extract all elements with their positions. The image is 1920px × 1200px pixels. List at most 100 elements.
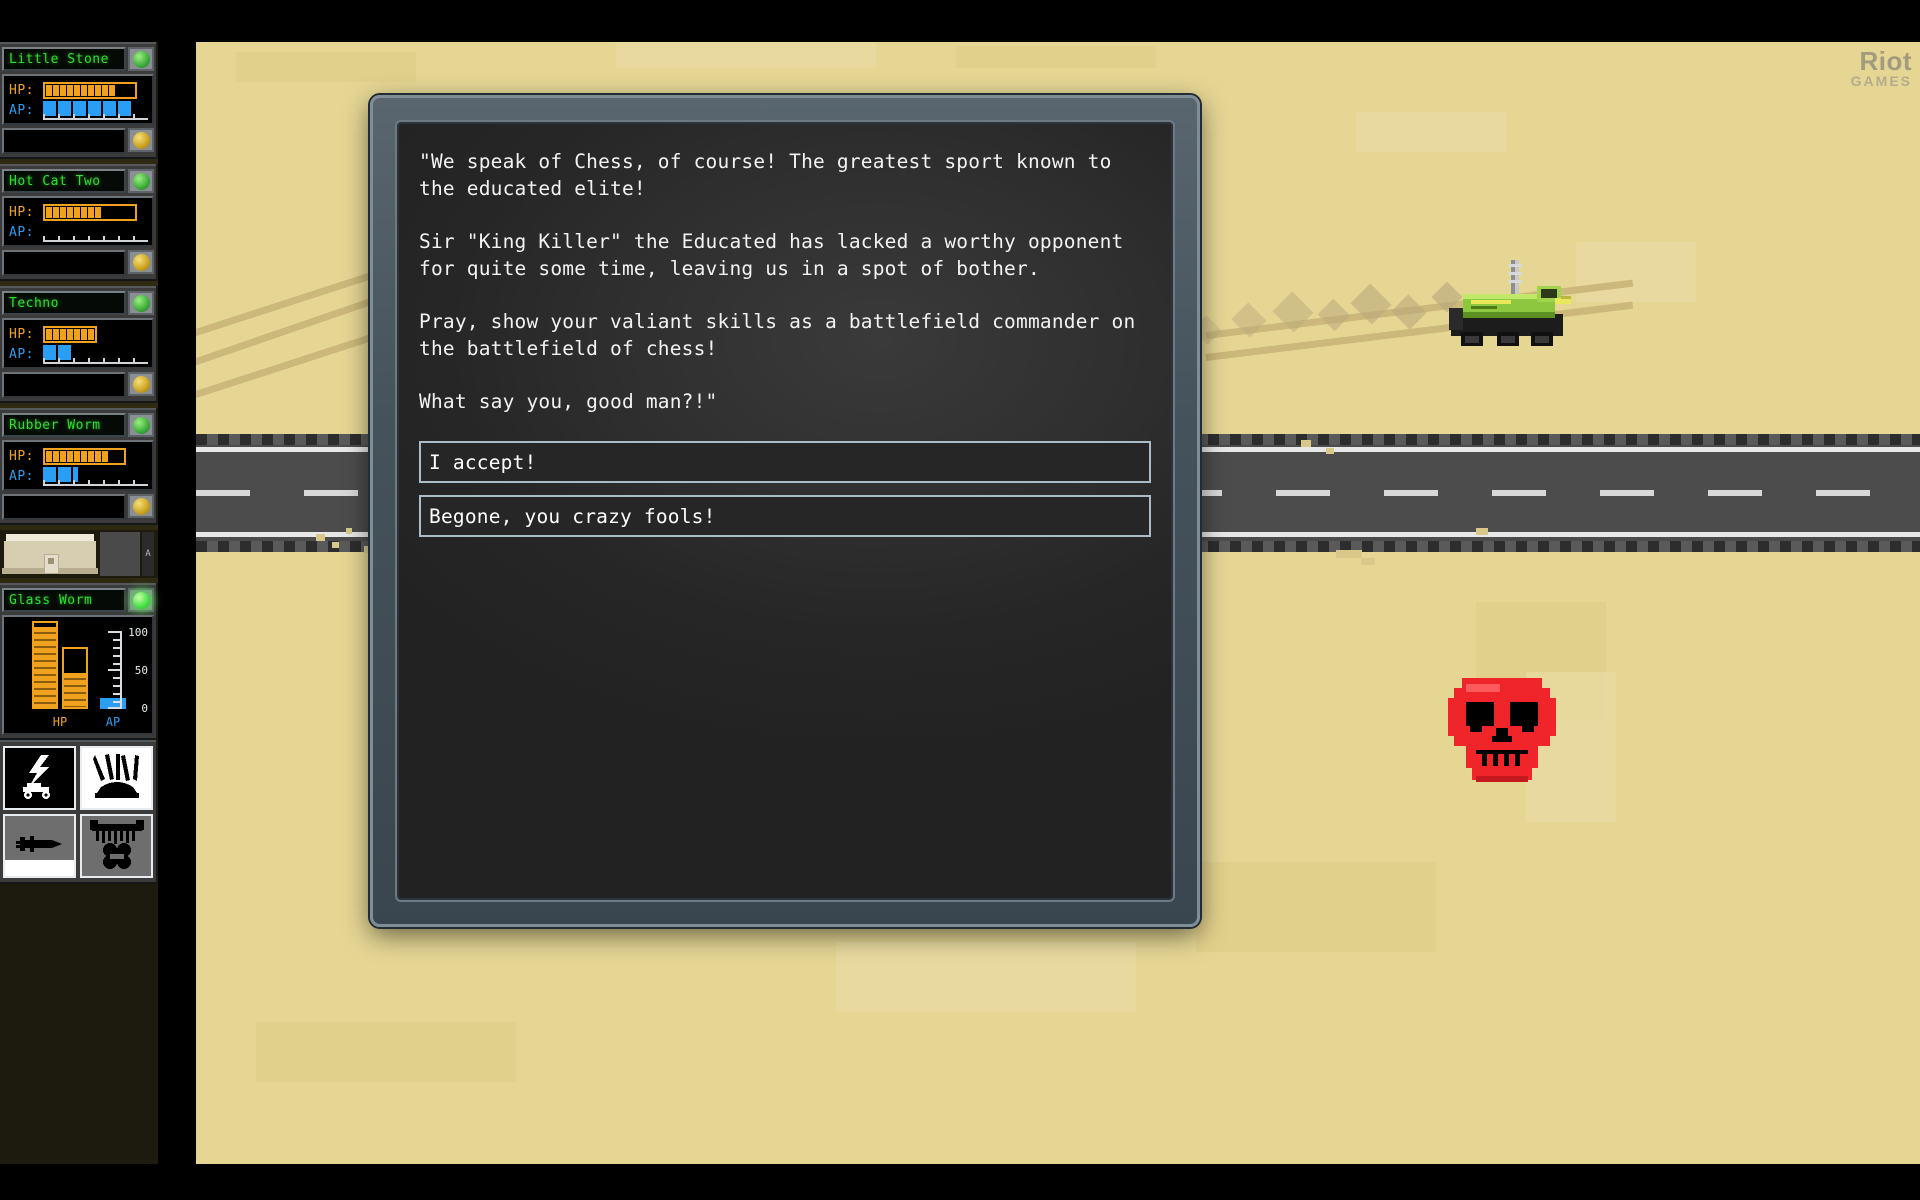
hp-bar <box>43 81 137 99</box>
spiked-trap-icon <box>89 818 144 874</box>
unit-slot-lamp <box>128 494 154 518</box>
unit-name: Hot Cat Two <box>2 169 126 193</box>
hp-label: HP: <box>9 448 34 464</box>
unit-equipment-slot[interactable] <box>2 372 126 398</box>
sand-patch <box>256 1022 516 1082</box>
watermark-text: Riot <box>1859 46 1912 76</box>
sand-patch <box>1196 862 1436 952</box>
unit-card-hot-cat-two[interactable]: Hot Cat Two HP: AP: <box>0 164 156 281</box>
building-side-panel <box>100 532 140 576</box>
unit-slot-lamp <box>128 128 154 152</box>
unit-card-techno[interactable]: Techno HP: AP: <box>0 286 156 403</box>
unit-name: Little Stone <box>2 47 126 71</box>
hp-row: HP: <box>9 324 148 344</box>
ability-lightning-vehicle[interactable] <box>3 746 76 810</box>
ability-missile[interactable] <box>3 814 76 878</box>
unit-sidebar[interactable]: Little Stone HP: AP: Hot Cat Two HP: AP:… <box>0 42 158 1164</box>
ability-toolbar[interactable] <box>0 740 156 884</box>
dialog-choices[interactable]: I accept! Begone, you crazy fools! <box>419 441 1151 537</box>
selected-unit-name: Glass Worm <box>2 588 126 612</box>
sand-patch <box>1356 112 1506 152</box>
unit-stat-chart: HP AP 100 50 0 <box>2 615 154 735</box>
chart-ytick-50: 50 <box>134 664 148 677</box>
road-debris <box>332 542 339 548</box>
unit-card-rubber-worm[interactable]: Rubber Worm HP: AP: <box>0 408 156 525</box>
ap-row: AP: <box>9 344 148 364</box>
unit-status-lamp <box>128 47 154 71</box>
unit-slot-lamp <box>128 372 154 396</box>
hp-row: HP: <box>9 80 148 100</box>
hp-bar <box>43 203 137 221</box>
unit-stats: HP: AP: <box>2 440 154 491</box>
sand-patch <box>236 52 416 82</box>
ap-label: AP: <box>9 468 34 484</box>
ap-row: AP: <box>9 100 148 120</box>
studio-watermark: Riot GAMES <box>1851 48 1912 88</box>
missile-icon <box>15 833 64 859</box>
ability-cooldown-bar <box>5 860 74 876</box>
road-debris <box>346 528 352 534</box>
hp-label: HP: <box>9 82 34 98</box>
chart-ytick-0: 0 <box>141 702 148 715</box>
sand-patch <box>836 942 1136 1012</box>
dialog-paragraph: What say you, good man?!" <box>419 390 718 413</box>
chart-label-ap: AP <box>105 715 121 729</box>
hp-label: HP: <box>9 326 34 342</box>
burst-spray-icon <box>91 753 143 803</box>
watermark-subtext: GAMES <box>1850 73 1912 89</box>
road-debris <box>1301 440 1311 447</box>
sand-patch <box>616 42 876 68</box>
ap-label: AP: <box>9 224 34 240</box>
dialog-paragraph: Pray, show your valiant skills as a batt… <box>419 310 1148 360</box>
road-debris <box>1476 528 1488 535</box>
lightning-vehicle-icon <box>15 753 65 803</box>
dialog-paragraph: "We speak of Chess, of course! The great… <box>419 150 1124 200</box>
unit-stats: HP: AP: <box>2 318 154 369</box>
road-debris <box>1336 550 1362 558</box>
road-debris <box>1361 558 1375 565</box>
chart-axis <box>108 631 122 709</box>
unit-status-lamp <box>128 291 154 315</box>
ap-row: AP: <box>9 222 148 242</box>
dialog-choice-decline[interactable]: Begone, you crazy fools! <box>419 495 1151 537</box>
hp-bar <box>43 325 97 343</box>
selected-unit-lamp <box>128 588 154 612</box>
unit-equipment-slot[interactable] <box>2 250 126 276</box>
selected-unit-card[interactable]: Glass Worm HP AP 100 50 0 <box>0 583 156 740</box>
building-panel[interactable]: A <box>0 530 156 578</box>
ability-burst-spray[interactable] <box>80 746 153 810</box>
road-debris <box>316 534 325 541</box>
dialog-modal[interactable]: "We speak of Chess, of course! The great… <box>370 95 1200 927</box>
convoy-truck-sprite[interactable] <box>1441 258 1571 372</box>
chart-ytick-100: 100 <box>128 626 148 639</box>
dialog-choice-accept[interactable]: I accept! <box>419 441 1151 483</box>
red-skull-icon[interactable] <box>1446 672 1558 801</box>
unit-equipment-slot[interactable] <box>2 494 126 520</box>
ap-label: AP: <box>9 102 34 118</box>
ap-bar <box>43 466 148 486</box>
unit-status-lamp <box>128 413 154 437</box>
building-sprite <box>2 532 98 576</box>
ap-label: AP: <box>9 346 34 362</box>
chart-bar-hp-1 <box>32 621 58 709</box>
unit-equipment-slot[interactable] <box>2 128 126 154</box>
unit-name: Techno <box>2 291 126 315</box>
unit-card-little-stone[interactable]: Little Stone HP: AP: <box>0 42 156 159</box>
hp-row: HP: <box>9 446 148 466</box>
sand-patch <box>956 46 1156 68</box>
dialog-paragraph: Sir "King Killer" the Educated has lacke… <box>419 230 1136 280</box>
unit-stats: HP: AP: <box>2 196 154 247</box>
road-debris <box>1326 448 1334 454</box>
ability-spiked-trap[interactable] <box>80 814 153 878</box>
ap-bar <box>43 344 148 364</box>
hp-label: HP: <box>9 204 34 220</box>
ap-bar <box>43 223 148 242</box>
chart-label-hp: HP <box>52 715 68 729</box>
ap-row: AP: <box>9 466 148 486</box>
hp-row: HP: <box>9 202 148 222</box>
chart-bar-hp-2 <box>62 647 88 709</box>
building-tab[interactable]: A <box>142 532 154 576</box>
dialog-content: "We speak of Chess, of course! The great… <box>395 120 1175 902</box>
sand-patch <box>1576 242 1696 302</box>
hp-bar <box>43 447 126 465</box>
